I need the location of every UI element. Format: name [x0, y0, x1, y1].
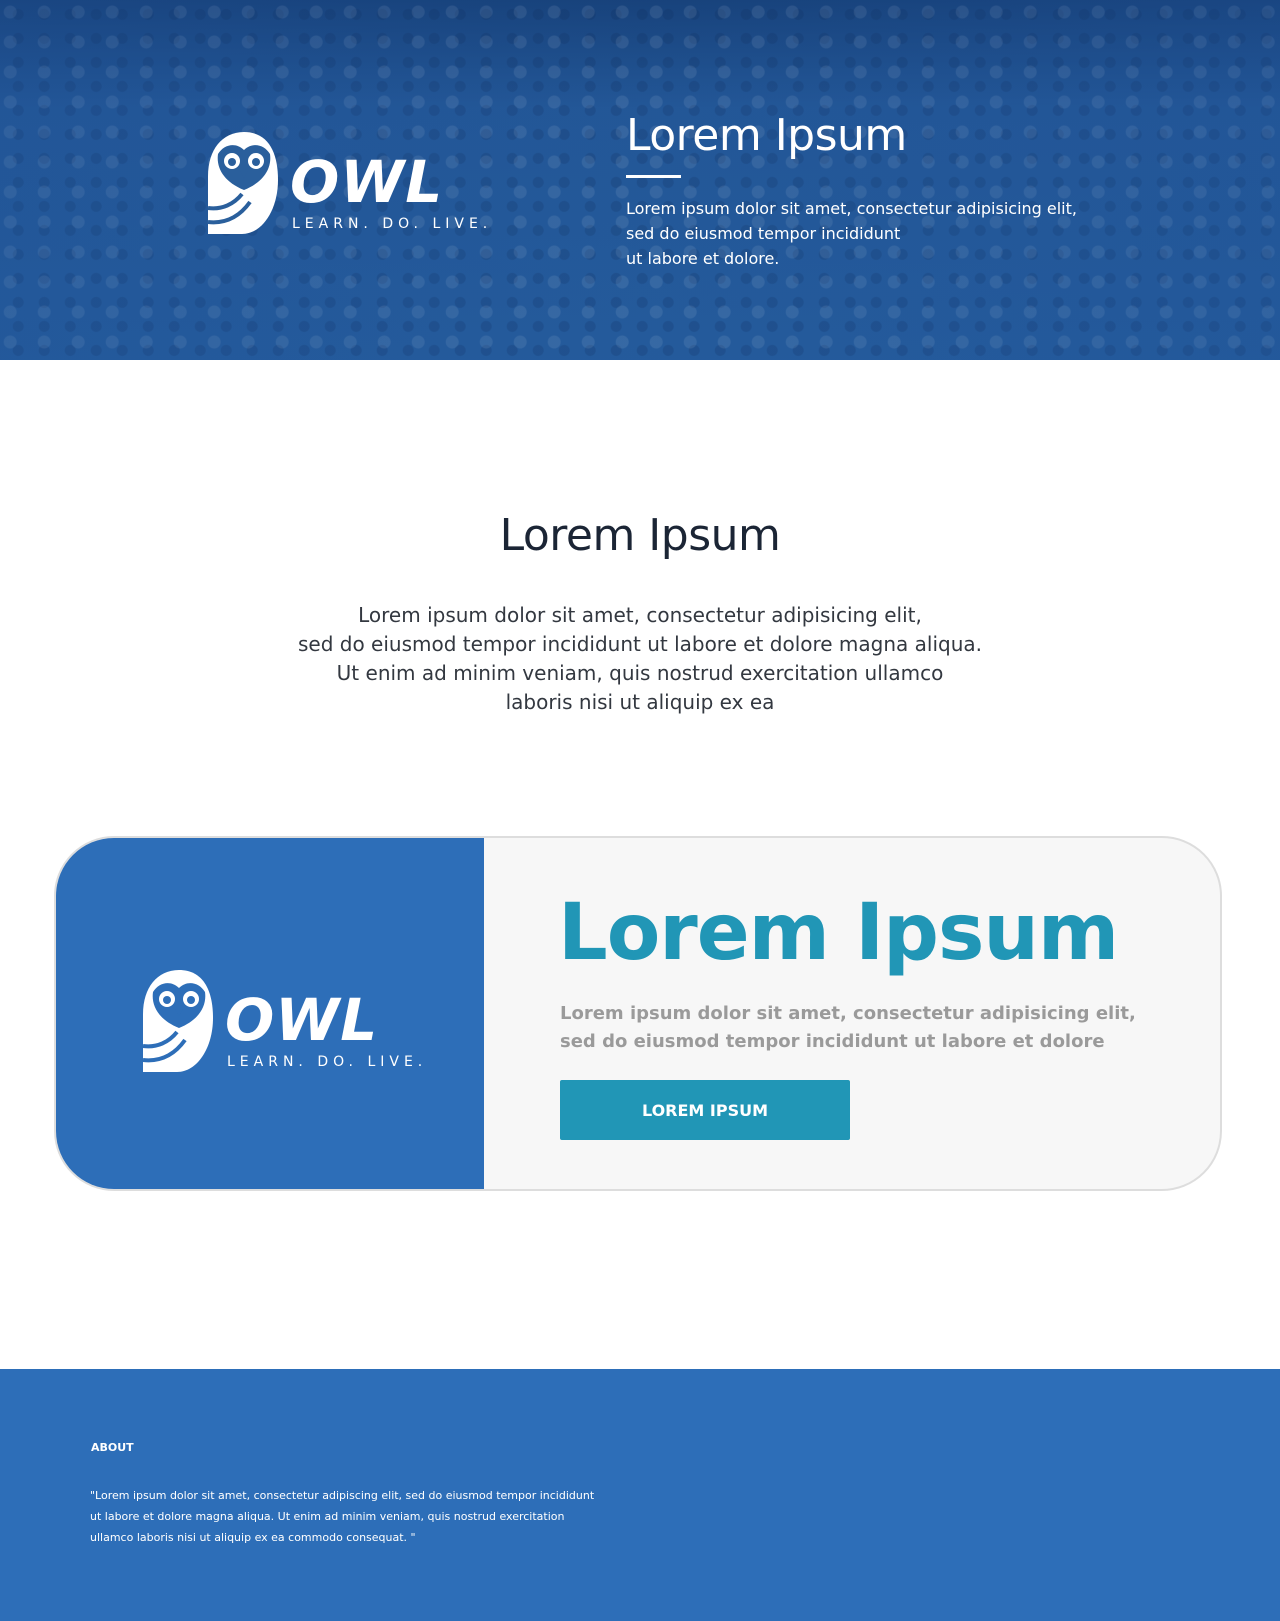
promo-card-body: Lorem ipsum dolor sit amet, consectetur …: [560, 1000, 1136, 1056]
hero-logo[interactable]: OWL LEARN. DO. LIVE.: [206, 130, 496, 236]
hero-title: Lorem Ipsum: [626, 110, 907, 161]
svg-text:OWL: OWL: [290, 148, 443, 216]
intro-line: Ut enim ad minim veniam, quis nostrud ex…: [336, 661, 944, 685]
intro-body: Lorem ipsum dolor sit amet, consectetur …: [0, 601, 1280, 717]
hero-line: Lorem ipsum dolor sit amet, consectetur …: [626, 199, 1077, 218]
promo-card-logo[interactable]: OWL LEARN. DO. LIVE.: [141, 968, 431, 1074]
promo-card-content: Lorem Ipsum Lorem ipsum dolor sit amet, …: [484, 838, 1220, 1189]
hero-divider: [626, 175, 681, 178]
promo-card-title: Lorem Ipsum: [558, 888, 1119, 978]
footer-about-text: "Lorem ipsum dolor sit amet, consectetur…: [90, 1485, 594, 1548]
intro-title: Lorem Ipsum: [499, 510, 781, 561]
lorem-ipsum-button[interactable]: LOREM IPSUM: [560, 1080, 850, 1140]
promo-card-line: Lorem ipsum dolor sit amet, consectetur …: [560, 1003, 1136, 1024]
hero-line: sed do eiusmod tempor incididunt: [626, 224, 901, 243]
promo-card-logo-tagline: LEARN. DO. LIVE.: [227, 1054, 428, 1070]
promo-card-brand-panel: OWL LEARN. DO. LIVE.: [56, 838, 484, 1189]
intro-line: laboris nisi ut aliquip ex ea: [505, 690, 775, 714]
hero-text-block: Lorem Ipsum Lorem ipsum dolor sit amet, …: [626, 110, 1096, 271]
svg-text:OWL: OWL: [225, 986, 378, 1054]
promo-card: OWL LEARN. DO. LIVE. Lorem Ipsum Lorem i…: [54, 836, 1222, 1191]
hero-logo-tagline: LEARN. DO. LIVE.: [292, 216, 493, 232]
intro-line: Lorem ipsum dolor sit amet, consectetur …: [358, 603, 922, 627]
intro-line: sed do eiusmod tempor incididunt ut labo…: [297, 632, 983, 656]
footer-about-heading: ABOUT: [91, 1441, 134, 1454]
promo-card-line: sed do eiusmod tempor incididunt ut labo…: [560, 1031, 1105, 1052]
footer: ABOUT "Lorem ipsum dolor sit amet, conse…: [0, 1369, 1280, 1621]
hero-line: ut labore et dolore.: [626, 249, 780, 268]
intro-section: Lorem Ipsum Lorem ipsum dolor sit amet, …: [0, 510, 1280, 717]
footer-about-line: ullamco laboris nisi ut aliquip ex ea co…: [90, 1531, 416, 1544]
footer-about-line: "Lorem ipsum dolor sit amet, consectetur…: [90, 1489, 595, 1502]
footer-about-line: ut labore et dolore magna aliqua. Ut eni…: [90, 1510, 565, 1523]
hero-banner: OWL LEARN. DO. LIVE. Lorem Ipsum Lorem i…: [0, 0, 1280, 360]
